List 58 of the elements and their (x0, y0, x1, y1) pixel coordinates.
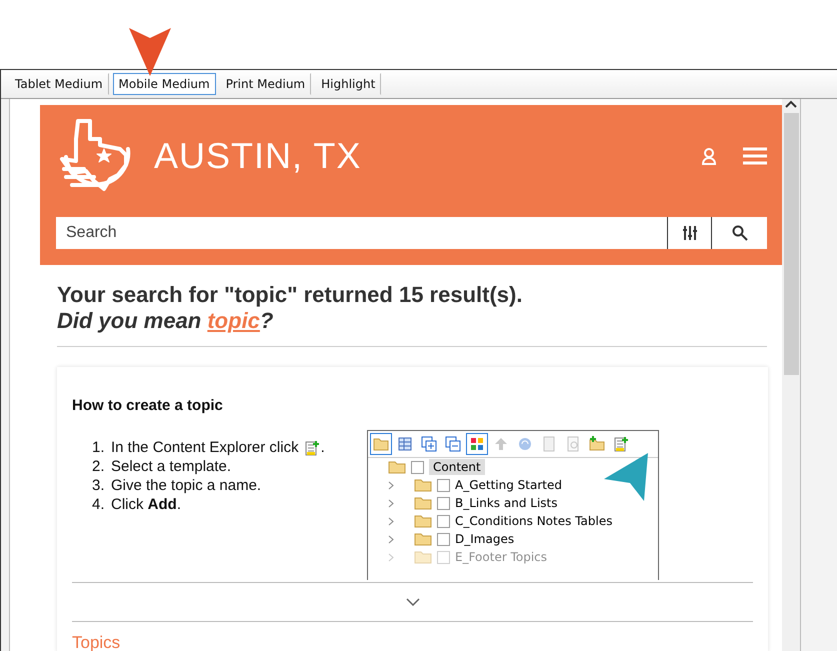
folder-icon (414, 550, 432, 564)
toolbar-button[interactable] (466, 433, 488, 455)
search-field[interactable]: Search (56, 217, 667, 249)
checkbox[interactable] (437, 496, 450, 510)
tree-item[interactable]: A_Getting Started (455, 478, 562, 492)
search-button[interactable] (711, 217, 767, 249)
folder-icon (414, 514, 432, 528)
tab[interactable]: Print Medium (220, 73, 312, 95)
step-text: Select a template. (111, 457, 232, 476)
expand-icon (421, 436, 437, 452)
document-icon (541, 436, 557, 452)
new-topic-icon (613, 436, 629, 452)
tree-item[interactable]: C_Conditions Notes Tables (455, 514, 612, 528)
card-title: How to create a topic (72, 397, 224, 414)
suggestion-text: Did you mean topic? (57, 308, 274, 334)
tree-item[interactable]: D_Images (455, 532, 514, 546)
folder-icon (388, 460, 406, 474)
chevron-down-icon (406, 598, 420, 606)
checkbox[interactable] (411, 460, 424, 474)
checkbox[interactable] (437, 514, 450, 528)
scrollbar[interactable] (782, 99, 800, 651)
step-number: 4. (92, 495, 106, 514)
collapse-icon (445, 436, 461, 452)
checkbox[interactable] (437, 532, 450, 546)
folder-icon (414, 532, 432, 546)
step-number: 2. (92, 457, 106, 476)
checkbox[interactable] (437, 478, 450, 492)
expand-bar[interactable] (72, 582, 753, 622)
step-number: 1. (92, 438, 106, 457)
sync-icon (517, 436, 533, 452)
tab[interactable]: Tablet Medium (9, 73, 109, 95)
menu-icon[interactable] (743, 147, 767, 165)
site-title: AUSTIN, TX (154, 135, 362, 177)
grid-icon (397, 436, 413, 452)
search-icon (732, 225, 748, 241)
arrow-up-icon (493, 436, 509, 452)
folder-icon (373, 436, 389, 452)
tree-item[interactable]: B_Links and Lists (455, 496, 558, 510)
filter-button[interactable] (667, 217, 711, 249)
step-text: In the Content Explorer click (111, 438, 299, 457)
scroll-up-icon[interactable] (785, 99, 797, 109)
step-text: Click Add. (111, 495, 182, 514)
user-icon[interactable] (701, 147, 717, 165)
tree-item[interactable]: Content (429, 459, 485, 475)
folder-icon (414, 496, 432, 510)
sliders-icon (682, 225, 698, 241)
step-punctuation: . (320, 438, 325, 457)
toolbar-button[interactable] (370, 433, 392, 455)
callout-arrow (129, 28, 171, 76)
step-text: Give the topic a name. (111, 476, 262, 495)
new-topic-icon (304, 440, 320, 456)
new-folder-icon (589, 436, 605, 452)
step-number: 3. (92, 476, 106, 495)
tab[interactable]: Mobile Medium (112, 73, 216, 95)
tiles-icon (469, 436, 485, 452)
results-summary: Your search for "topic" returned 15 result(s). (57, 282, 524, 308)
folder-icon (414, 478, 432, 492)
tab[interactable]: Highlight (315, 73, 382, 95)
